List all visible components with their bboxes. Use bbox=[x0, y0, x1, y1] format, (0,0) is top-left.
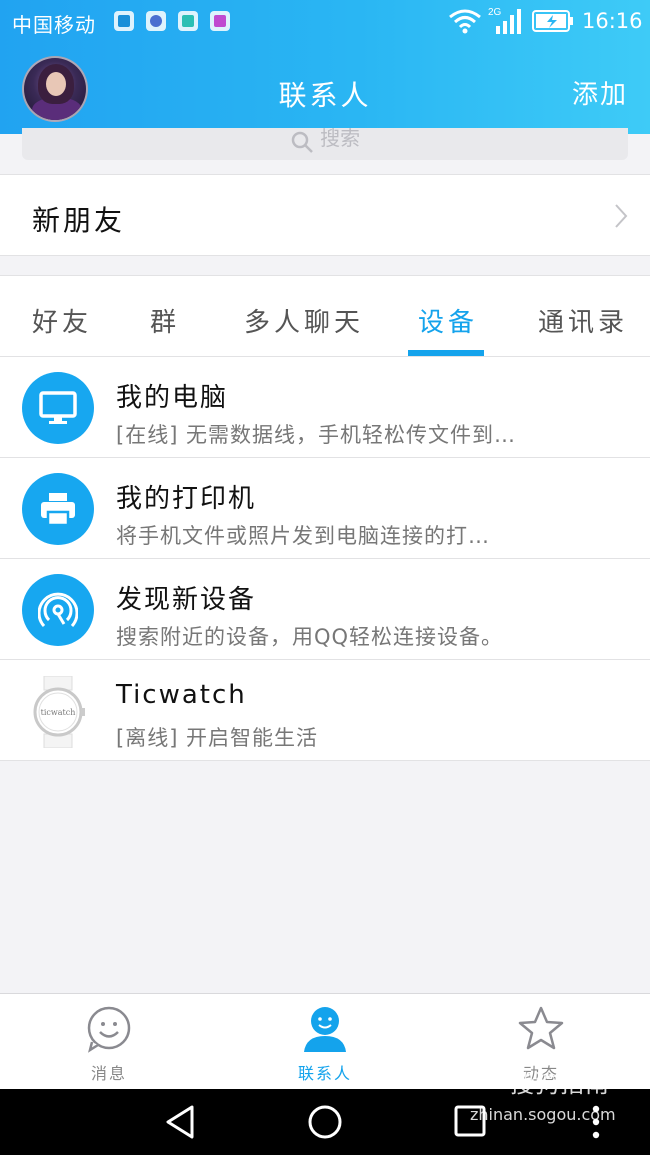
status-bar: 中国移动 2G 16:16 bbox=[0, 0, 650, 44]
tab-devices[interactable]: 设备 bbox=[418, 302, 478, 339]
device-name: 发现新设备 bbox=[116, 585, 257, 615]
device-item-ticwatch[interactable]: ticwatch Ticwatch [离线] 开启智能生活 bbox=[0, 660, 650, 761]
contact-tabs: 好友 群 多人聊天 设备 通讯录 bbox=[0, 275, 650, 357]
watermark-url: zhinan.sogou.com bbox=[470, 1105, 616, 1124]
home-icon[interactable] bbox=[306, 1103, 344, 1141]
device-desc: [离线] 开启智能生活 bbox=[116, 726, 319, 750]
device-list: 我的电脑 [在线] 无需数据线，手机轻松传文件到… 我的打印机 将手机文件或照片… bbox=[0, 357, 650, 761]
network-type: 2G bbox=[488, 7, 502, 18]
tab-groups[interactable]: 群 bbox=[150, 302, 180, 339]
search-placeholder: 搜索 bbox=[320, 128, 361, 150]
nav-label: 消息 bbox=[90, 1064, 127, 1083]
chevron-right-icon bbox=[615, 204, 628, 228]
device-item-my-computer[interactable]: 我的电脑 [在线] 无需数据线，手机轻松传文件到… bbox=[0, 357, 650, 458]
monitor-icon bbox=[22, 372, 94, 444]
device-item-my-printer[interactable]: 我的打印机 将手机文件或照片发到电脑连接的打… bbox=[0, 458, 650, 559]
search-bar[interactable]: 搜索 bbox=[22, 128, 628, 160]
page-title: 联系人 bbox=[278, 79, 372, 112]
device-desc: 将手机文件或照片发到电脑连接的打… bbox=[116, 524, 490, 548]
notification-image-icon bbox=[210, 11, 230, 31]
battery-icon bbox=[532, 10, 573, 32]
radar-icon bbox=[22, 574, 94, 646]
notification-mic-icon bbox=[146, 11, 166, 31]
search-icon bbox=[291, 131, 313, 153]
device-name: 我的打印机 bbox=[116, 484, 257, 514]
watch-face-text: ticwatch bbox=[41, 708, 76, 717]
nav-label: 联系人 bbox=[297, 1064, 352, 1083]
wifi-icon bbox=[449, 9, 481, 34]
device-name: Ticwatch bbox=[116, 680, 247, 710]
device-item-discover[interactable]: 发现新设备 搜索附近的设备，用QQ轻松连接设备。 bbox=[0, 559, 650, 660]
tab-address-book[interactable]: 通讯录 bbox=[538, 302, 628, 339]
active-tab-indicator bbox=[408, 350, 484, 356]
add-button[interactable]: 添加 bbox=[572, 74, 628, 111]
new-friends-item[interactable]: 新朋友 bbox=[0, 174, 650, 256]
carrier-name: 中国移动 bbox=[12, 13, 96, 37]
tab-multi-chat[interactable]: 多人聊天 bbox=[244, 302, 364, 339]
device-desc: 搜索附近的设备，用QQ轻松连接设备。 bbox=[116, 625, 504, 649]
device-desc: [在线] 无需数据线，手机轻松传文件到… bbox=[116, 423, 517, 447]
signal-icon: 2G bbox=[488, 7, 521, 34]
tab-friends[interactable]: 好友 bbox=[32, 302, 92, 339]
printer-icon bbox=[22, 473, 94, 545]
watch-icon: ticwatch bbox=[33, 676, 85, 748]
notification-android-icon bbox=[178, 11, 198, 31]
app-header: 中国移动 2G 16:16 联系人 添加 bbox=[0, 0, 650, 134]
star-icon bbox=[518, 1006, 564, 1050]
contact-icon bbox=[304, 1007, 346, 1052]
device-name: 我的电脑 bbox=[116, 383, 229, 413]
watermark-brand: 搜狗指南 bbox=[510, 1070, 610, 1098]
smiley-icon bbox=[87, 1006, 131, 1053]
clock: 16:16 bbox=[582, 9, 643, 33]
nav-contacts[interactable]: 联系人 bbox=[217, 994, 433, 1090]
new-friends-label: 新朋友 bbox=[32, 204, 126, 237]
watermark: 搜狗指南 zhinan.sogou.com bbox=[470, 1064, 616, 1124]
notification-app-icon bbox=[114, 11, 134, 31]
nav-messages[interactable]: 消息 bbox=[1, 994, 217, 1090]
back-icon[interactable] bbox=[162, 1103, 200, 1141]
